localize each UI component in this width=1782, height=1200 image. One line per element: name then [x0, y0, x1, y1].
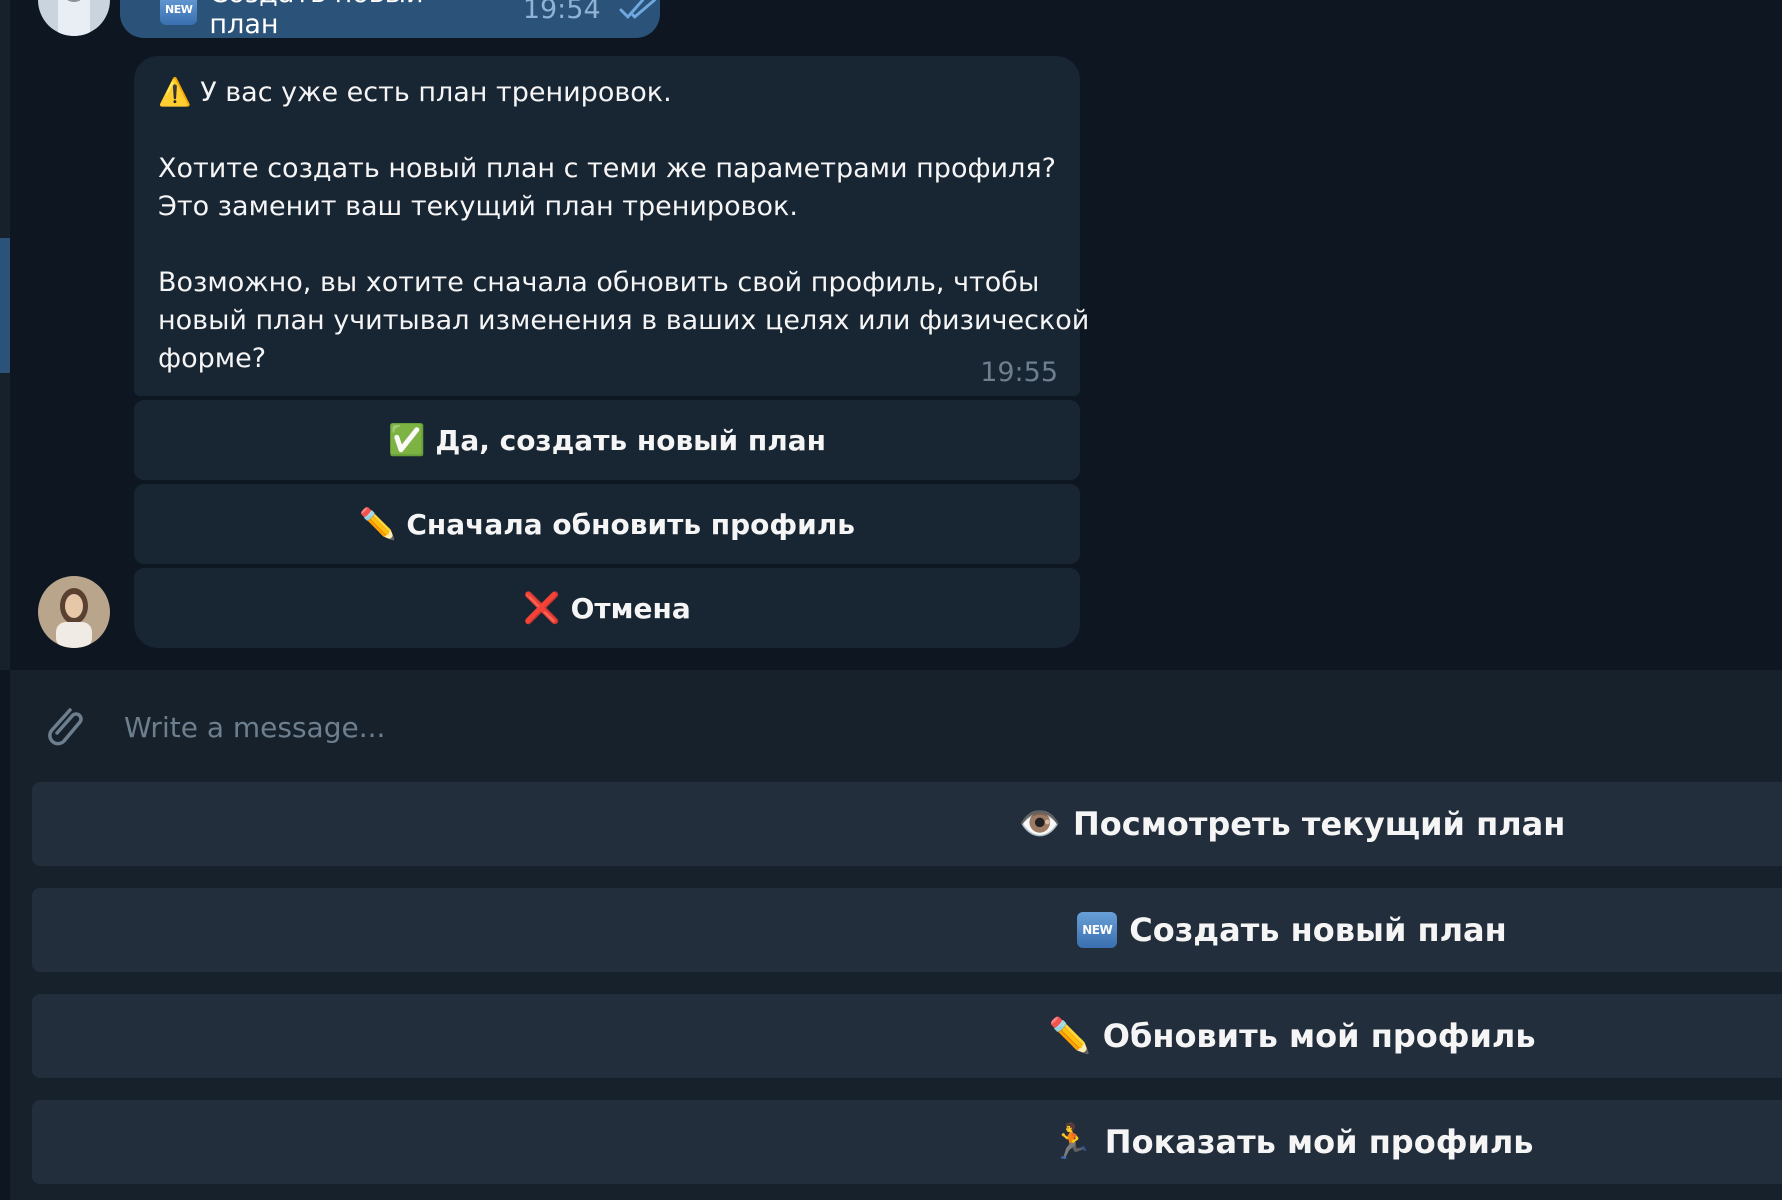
message-input[interactable] [122, 698, 1626, 756]
check-mark-icon: ✅ [388, 422, 426, 458]
show-my-profile-button[interactable]: 🏃 Показать мой профиль [32, 1100, 1782, 1184]
update-my-profile-button[interactable]: ✏️ Обновить мой профиль [32, 994, 1782, 1078]
bot-message: ⚠️ У вас уже есть план тренировок. Хотит… [134, 56, 1090, 396]
warning-icon: ⚠️ [158, 77, 192, 108]
reply-keyboard: 👁️ Посмотреть текущий план NEW Создать н… [10, 782, 1782, 1200]
outgoing-message-text: Создать новый план [209, 0, 423, 40]
message-line: ⚠️ У вас уже есть план тренировок. [158, 74, 1056, 112]
button-label: Отмена [570, 591, 691, 625]
double-check-icon [619, 0, 656, 20]
new-badge-icon: NEW [1077, 912, 1118, 948]
runner-icon: 🏃 [1050, 1122, 1093, 1162]
message-line: новый план учитывал изменения в ваших це… [158, 305, 1090, 336]
button-label: Обновить мой профиль [1102, 1017, 1536, 1055]
button-label: Показать мой профиль [1104, 1123, 1534, 1161]
create-new-plan-button[interactable]: NEW Создать новый план [32, 888, 1782, 972]
button-label: Да, создать новый план [435, 423, 826, 457]
button-label: Посмотреть текущий план [1072, 805, 1566, 843]
confirm-new-plan-button[interactable]: ✅ Да, создать новый план [134, 400, 1080, 480]
button-label: Создать новый план [1129, 911, 1507, 949]
message-time: 19:55 [980, 357, 1058, 388]
outgoing-message-time: 19:54 [522, 0, 601, 25]
outgoing-message[interactable]: NEW Создать новый план 19:54 [120, 0, 660, 40]
pencil-icon: ✏️ [1048, 1016, 1091, 1056]
eye-icon: 👁️ [1018, 804, 1061, 844]
view-current-plan-button[interactable]: 👁️ Посмотреть текущий план [32, 782, 1782, 866]
bot-avatar-image [38, 576, 110, 648]
message-line: Это заменит ваш текущий план тренировок. [158, 191, 798, 222]
cancel-button[interactable]: ❌ Отмена [134, 568, 1080, 648]
sidebar-edge-selected [0, 238, 10, 373]
message-composer [10, 670, 1782, 782]
paperclip-icon[interactable] [40, 700, 88, 752]
bot-avatar[interactable] [38, 576, 110, 648]
pencil-icon: ✏️ [358, 506, 397, 542]
new-badge-icon: NEW [160, 0, 198, 25]
message-line: Хотите создать новый план с теми же пара… [158, 153, 1056, 184]
button-label: Сначала обновить профиль [406, 507, 856, 541]
message-line: Возможно, вы хотите сначала обновить сво… [158, 267, 1040, 298]
message-warning-text: У вас уже есть план тренировок. [200, 77, 672, 108]
message-line: форме? [158, 343, 267, 374]
cross-mark-icon: ❌ [523, 590, 561, 626]
update-profile-first-button[interactable]: ✏️ Сначала обновить профиль [134, 484, 1080, 564]
